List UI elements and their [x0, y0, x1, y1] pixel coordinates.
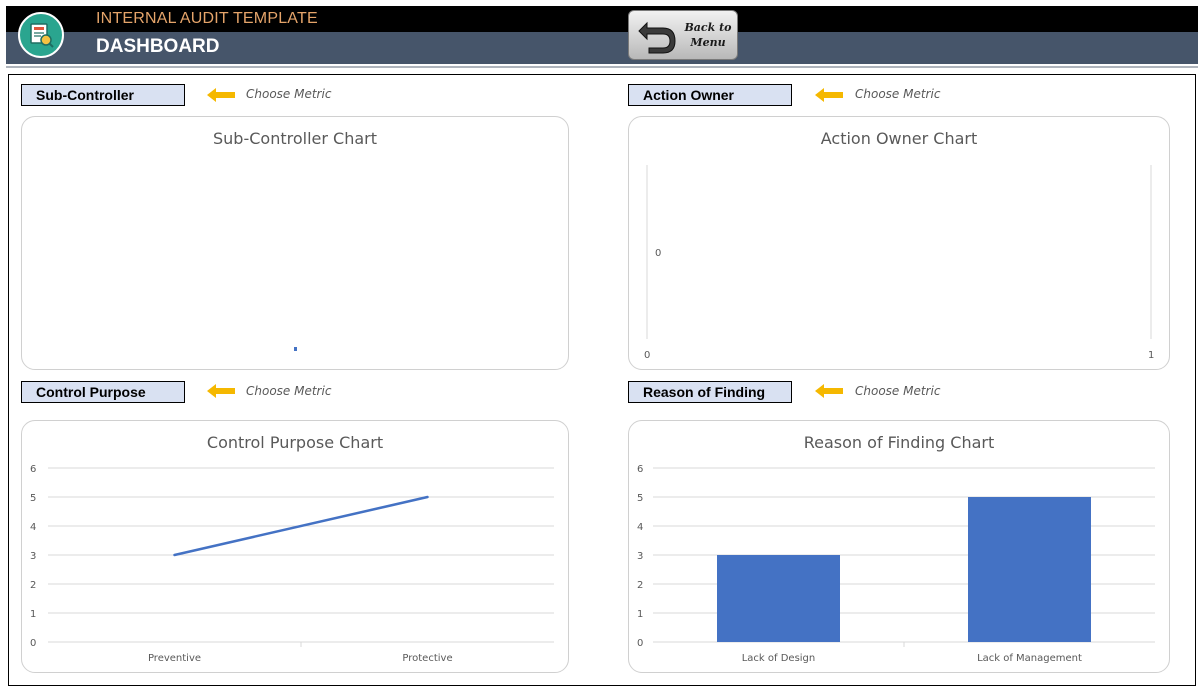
y-tick-label: 3 [637, 551, 643, 562]
choose-metric-hint: Choose Metric [246, 384, 332, 398]
sub-controller-chart: Sub-Controller Chart [21, 116, 569, 370]
control-purpose-metric-select[interactable]: Control Purpose [21, 381, 185, 403]
reason-of-finding-plot: 0 1 2 3 4 5 6 Lack of Design Lack of Management [637, 464, 1155, 664]
y-tick-label: 6 [637, 464, 643, 475]
choose-metric-hint: Choose Metric [855, 384, 941, 398]
y-tick-label: 6 [30, 464, 36, 475]
back-to-menu-label: Back to Menu [684, 21, 732, 49]
y-tick-label: 4 [30, 522, 36, 533]
x-tick-label: Preventive [148, 653, 201, 664]
app-header: INTERNAL AUDIT TEMPLATE DASHBOARD Back t… [6, 6, 1198, 64]
y-tick-label: 5 [30, 493, 36, 504]
x-tick-label: 1 [1148, 350, 1154, 361]
y-tick-label: 0 [655, 248, 661, 259]
x-tick-label: Lack of Design [742, 653, 816, 664]
u-turn-arrow-icon [638, 21, 676, 54]
y-tick-label: 0 [637, 638, 643, 649]
choose-metric-hint: Choose Metric [855, 87, 941, 101]
header-separator [6, 66, 1198, 68]
left-arrow-icon [207, 88, 235, 102]
empty-series-marker [294, 347, 297, 351]
y-tick-label: 2 [30, 580, 36, 591]
reason-of-finding-chart: Reason of Finding Chart 0 1 2 3 4 5 6 Lack of D… [628, 420, 1170, 673]
x-tick-label: 0 [644, 350, 650, 361]
bar [717, 555, 840, 642]
action-owner-plot: 0 0 1 [644, 165, 1154, 361]
y-tick-label: 1 [637, 609, 643, 620]
y-tick-label: 1 [30, 609, 36, 620]
sub-controller-metric-select[interactable]: Sub-Controller [21, 84, 185, 106]
action-owner-metric-select[interactable]: Action Owner [628, 84, 792, 106]
sub-controller-plot [294, 347, 297, 351]
app-title: INTERNAL AUDIT TEMPLATE [96, 10, 318, 27]
y-tick-label: 0 [30, 638, 36, 649]
action-owner-chart: Action Owner Chart 0 0 1 [628, 116, 1170, 370]
control-purpose-chart: Control Purpose Chart 0 1 2 3 4 5 6 Preventive P… [21, 420, 569, 673]
page-title: DASHBOARD [96, 36, 220, 57]
x-tick-label: Lack of Management [977, 653, 1082, 664]
left-arrow-icon [207, 384, 235, 398]
y-tick-label: 3 [30, 551, 36, 562]
y-tick-label: 2 [637, 580, 643, 591]
y-tick-label: 4 [637, 522, 643, 533]
y-tick-label: 5 [637, 493, 643, 504]
x-tick-label: Protective [402, 653, 452, 664]
left-arrow-icon [815, 384, 843, 398]
bar [968, 497, 1091, 642]
back-to-menu-button[interactable]: Back to Menu [628, 10, 738, 60]
control-purpose-plot: 0 1 2 3 4 5 6 Preventive Protective [30, 464, 554, 664]
reason-of-finding-metric-select[interactable]: Reason of Finding [628, 381, 792, 403]
report-magnifier-icon [18, 12, 64, 58]
left-arrow-icon [815, 88, 843, 102]
choose-metric-hint: Choose Metric [246, 87, 332, 101]
